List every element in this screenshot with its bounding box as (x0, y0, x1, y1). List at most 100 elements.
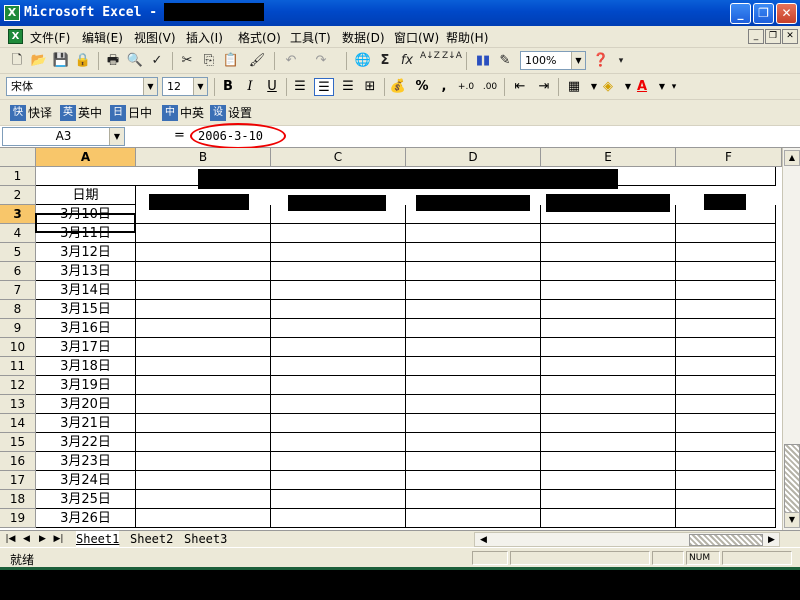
grid-cell[interactable] (541, 452, 676, 471)
grid-cell[interactable] (271, 357, 406, 376)
grid-cell[interactable] (541, 376, 676, 395)
grid-cell[interactable] (541, 338, 676, 357)
grid-cell[interactable] (676, 433, 776, 452)
row-header-19[interactable]: 19 (0, 509, 36, 528)
new-icon[interactable]: 🗋 (8, 52, 26, 70)
hyperlink-icon[interactable]: 🌐 (354, 52, 372, 70)
grid-cell[interactable] (406, 243, 541, 262)
grid-cell[interactable] (541, 433, 676, 452)
menu-view[interactable]: 视图(V) (134, 29, 176, 46)
grid-cell[interactable] (676, 490, 776, 509)
font-color-icon[interactable]: A (632, 78, 652, 96)
date-cell[interactable]: 3月19日 (36, 376, 136, 395)
grid-cell[interactable] (676, 357, 776, 376)
grid-cell[interactable] (136, 414, 271, 433)
percent-button[interactable]: % (412, 78, 432, 96)
grid-cell[interactable] (541, 319, 676, 338)
grid-cell[interactable] (271, 490, 406, 509)
grid-cell[interactable] (136, 452, 271, 471)
grid-cell[interactable] (271, 319, 406, 338)
align-right-icon[interactable]: ☰ (338, 78, 358, 96)
menu-edit[interactable]: 编辑(E) (82, 29, 123, 46)
help-icon[interactable]: ❓ (592, 52, 610, 70)
grid-cell[interactable] (136, 338, 271, 357)
settings-button[interactable]: 设设置 (210, 104, 252, 122)
row-header-11[interactable]: 11 (0, 357, 36, 376)
spelling-icon[interactable]: ✓ (148, 52, 166, 70)
close-button[interactable]: ✕ (776, 3, 797, 24)
menu-help[interactable]: 帮助(H) (446, 29, 488, 46)
grid-cell[interactable] (136, 300, 271, 319)
date-cell[interactable]: 3月12日 (36, 243, 136, 262)
open-icon[interactable]: 📂 (30, 52, 48, 70)
menu-insert[interactable]: 插入(I) (186, 29, 223, 46)
date-cell[interactable]: 3月22日 (36, 433, 136, 452)
grid-cell[interactable] (676, 509, 776, 528)
grid-cell[interactable] (676, 376, 776, 395)
sheet-tab-2[interactable]: Sheet2 (130, 531, 173, 547)
grid-cell[interactable] (271, 471, 406, 490)
paste-icon[interactable]: 📋 (222, 52, 240, 70)
grid-cell[interactable] (541, 414, 676, 433)
grid-cell[interactable] (406, 414, 541, 433)
row-header-14[interactable]: 14 (0, 414, 36, 433)
grid-cell[interactable] (406, 224, 541, 243)
font-name-combo[interactable]: 宋体 ▼ (6, 77, 158, 96)
grid-cell[interactable] (271, 509, 406, 528)
row-header-2[interactable]: 2 (0, 186, 36, 205)
grid-cell[interactable] (406, 338, 541, 357)
first-sheet-icon[interactable]: |◀ (4, 532, 17, 546)
excel-app-icon[interactable]: X (4, 5, 20, 21)
horizontal-scroll-thumb[interactable] (689, 534, 763, 546)
grid-cell[interactable] (271, 376, 406, 395)
date-cell[interactable]: 3月14日 (36, 281, 136, 300)
row-header-5[interactable]: 5 (0, 243, 36, 262)
zh-en-button[interactable]: 中中英 (162, 104, 204, 122)
grid-cell[interactable] (136, 471, 271, 490)
date-cell[interactable]: 3月25日 (36, 490, 136, 509)
save-icon[interactable]: 💾 (52, 52, 70, 70)
grid-cell[interactable] (676, 300, 776, 319)
row-header-16[interactable]: 16 (0, 452, 36, 471)
grid-cell[interactable] (136, 319, 271, 338)
grid-cell[interactable] (676, 262, 776, 281)
vertical-scroll-thumb[interactable] (784, 444, 800, 514)
date-cell[interactable]: 3月13日 (36, 262, 136, 281)
menu-format[interactable]: 格式(O) (238, 29, 281, 46)
toolbar-options-icon[interactable]: ▾ (612, 52, 630, 70)
date-cell[interactable]: 3月18日 (36, 357, 136, 376)
grid-cell[interactable] (271, 452, 406, 471)
minimize-button[interactable]: _ (730, 3, 751, 24)
worksheet-grid[interactable]: A B C D E F 1 2 3 3月10日 4 3月11日 5 3月12日 6 3月13日 7 3… (0, 148, 782, 530)
grid-cell[interactable] (541, 395, 676, 414)
grid-cell[interactable] (406, 357, 541, 376)
drawing-icon[interactable]: ✎ (496, 52, 514, 70)
column-header-c[interactable]: C (271, 148, 406, 167)
date-cell[interactable]: 3月21日 (36, 414, 136, 433)
grid-cell[interactable] (676, 224, 776, 243)
grid-cell[interactable] (406, 300, 541, 319)
grid-cell[interactable] (271, 262, 406, 281)
grid-cell[interactable] (136, 433, 271, 452)
column-header-b[interactable]: B (136, 148, 271, 167)
restore-button[interactable]: ❐ (753, 3, 774, 24)
sheet-tab-1[interactable]: Sheet1 (76, 531, 120, 547)
align-center-icon[interactable]: ☰ (314, 78, 334, 96)
vertical-scrollbar[interactable]: ▲ ▼ (782, 148, 800, 530)
horizontal-scrollbar[interactable]: ◀ ▶ (474, 532, 780, 547)
date-cell[interactable]: 3月26日 (36, 509, 136, 528)
zoom-combo[interactable]: 100% ▼ (520, 51, 586, 70)
column-header-d[interactable]: D (406, 148, 541, 167)
grid-cell[interactable] (676, 338, 776, 357)
toolbar-options-icon[interactable]: ▾ (664, 78, 684, 96)
grid-cell[interactable] (271, 224, 406, 243)
grid-cell[interactable] (406, 281, 541, 300)
increase-decimal-icon[interactable]: +.0 (456, 78, 476, 96)
chevron-down-icon[interactable]: ▼ (143, 78, 157, 95)
document-icon[interactable]: X (8, 29, 23, 44)
grid-cell[interactable] (676, 395, 776, 414)
date-cell[interactable]: 3月16日 (36, 319, 136, 338)
merge-center-icon[interactable]: ⊞ (360, 78, 380, 96)
grid-cell[interactable] (406, 509, 541, 528)
cut-icon[interactable]: ✂ (178, 52, 196, 70)
